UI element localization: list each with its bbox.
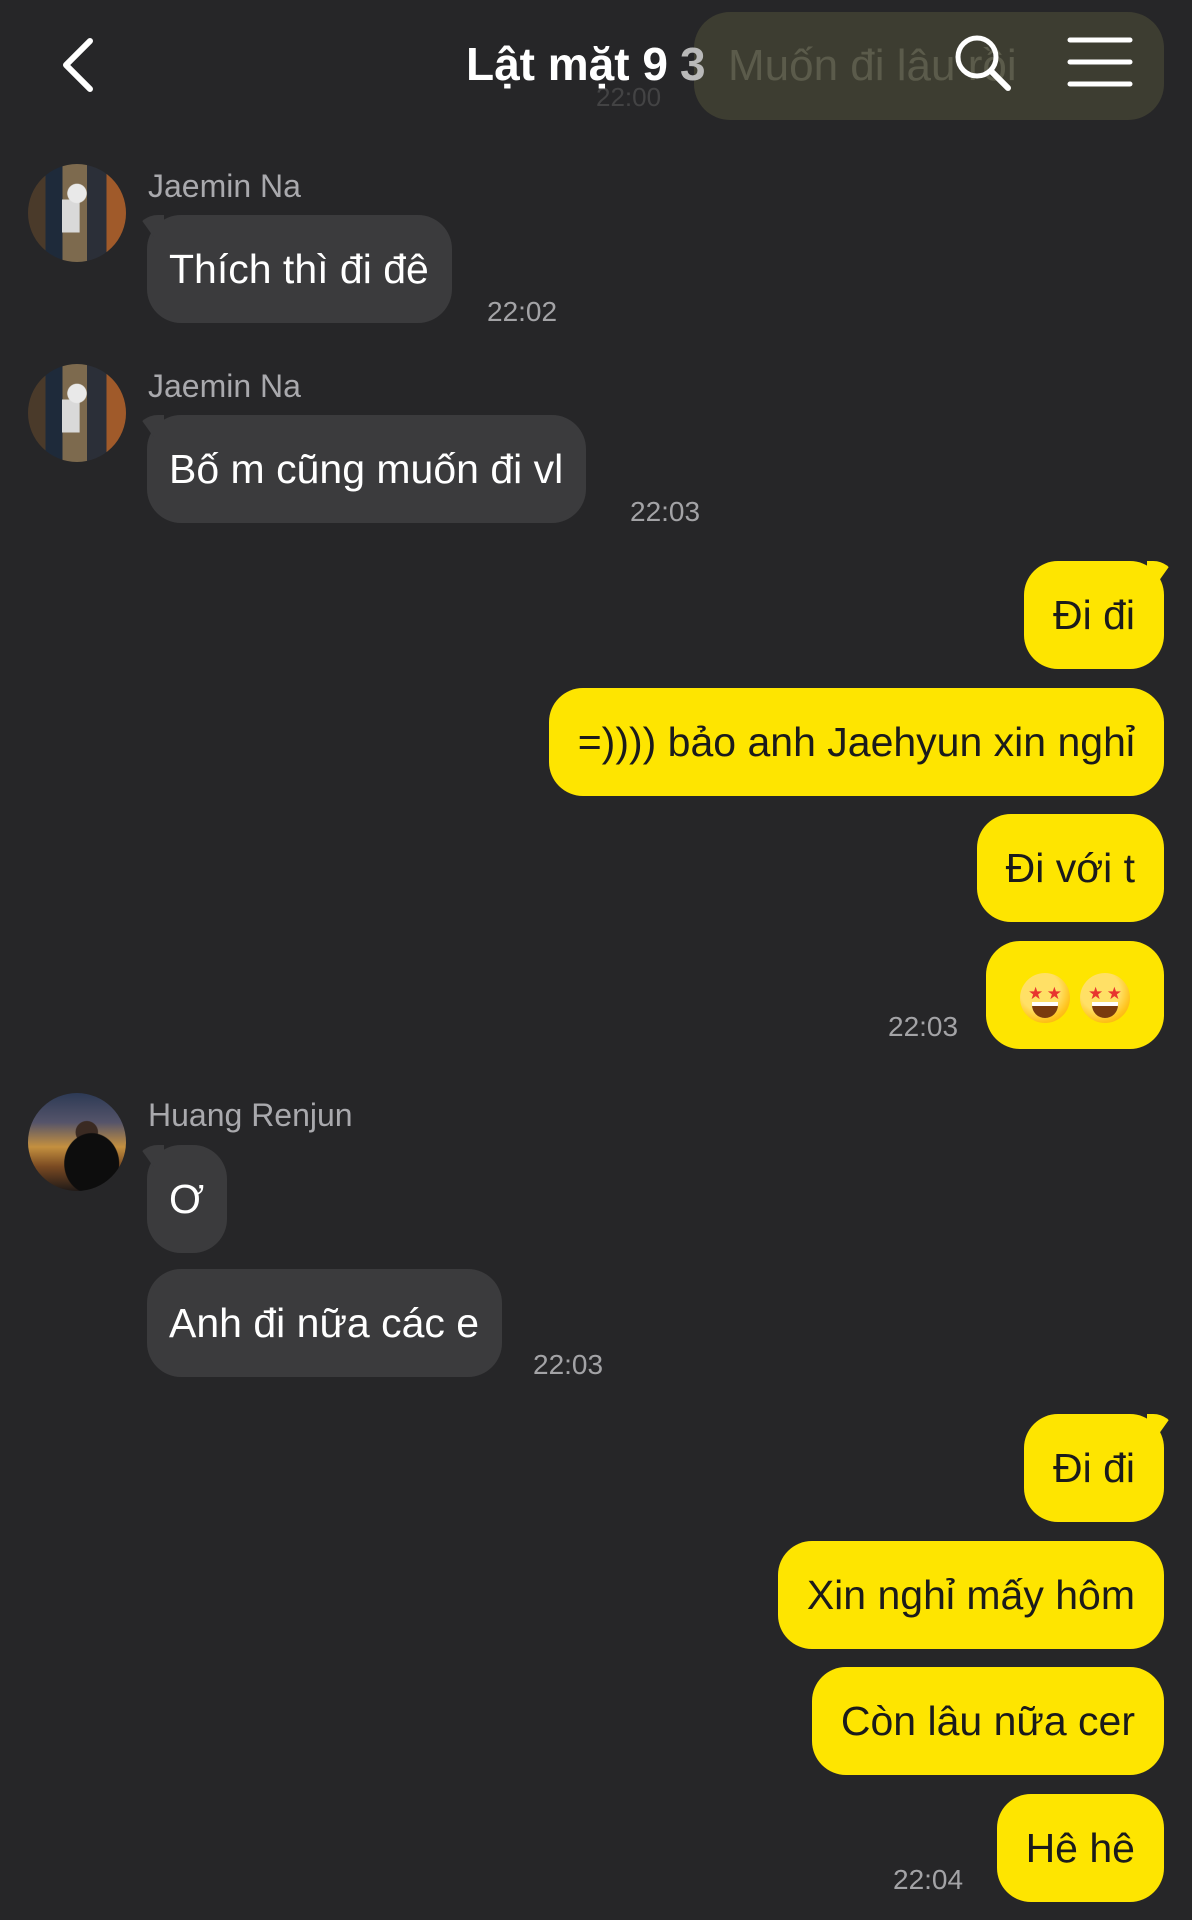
- incoming-message-bubble[interactable]: Bố m cũng muốn đi vl: [147, 415, 587, 523]
- incoming-message-bubble[interactable]: Ơ: [147, 1145, 228, 1253]
- avatar-jaemin-na[interactable]: [28, 164, 126, 262]
- message-time: 22:02: [487, 296, 558, 327]
- outgoing-message-bubble[interactable]: Đi với t: [976, 814, 1164, 922]
- avatar-huang-renjun[interactable]: [28, 1093, 126, 1191]
- sender-name: Jaemin Na: [148, 368, 301, 404]
- outgoing-message-bubble[interactable]: Đi đi: [1023, 561, 1164, 669]
- outgoing-message-bubble[interactable]: Xin nghỉ mấy hôm: [777, 1541, 1164, 1649]
- avatar-jaemin-na[interactable]: [28, 364, 126, 462]
- message-time: 22:03: [888, 1011, 959, 1042]
- chat-title: Lật mặt 93: [466, 34, 706, 94]
- search-icon: [955, 35, 1011, 91]
- outgoing-message-bubble[interactable]: Đi đi: [1023, 1414, 1164, 1522]
- sender-name: Jaemin Na: [148, 168, 301, 204]
- outgoing-emoji-bubble[interactable]: ★ ★ ★ ★: [986, 941, 1164, 1049]
- message-time: 22:03: [630, 496, 701, 527]
- star-struck-emoji-icon: ★ ★: [1020, 973, 1070, 1024]
- back-button[interactable]: [48, 30, 108, 100]
- incoming-message-bubble[interactable]: Thích thì đi đê: [147, 215, 452, 323]
- hamburger-menu-icon: [1067, 37, 1133, 87]
- outgoing-message-bubble[interactable]: Còn lâu nữa cer: [811, 1667, 1164, 1775]
- outgoing-message-bubble[interactable]: =)))) bảo anh Jaehyun xin nghỉ: [548, 688, 1164, 796]
- message-time: 22:04: [893, 1864, 964, 1895]
- search-button[interactable]: [950, 30, 1016, 96]
- menu-button[interactable]: [1066, 34, 1134, 90]
- chevron-left-icon: [63, 38, 93, 92]
- chat-name: Lật mặt 9: [466, 38, 668, 90]
- outgoing-message-bubble[interactable]: Hê hê: [996, 1794, 1164, 1902]
- incoming-message-bubble[interactable]: Anh đi nữa các e: [147, 1269, 503, 1377]
- chat-header: Muốn đi lâu rồi 22:00 Lật mặt 93: [0, 0, 1192, 130]
- star-struck-emoji-icon: ★ ★: [1080, 973, 1130, 1024]
- member-count: 3: [679, 38, 706, 90]
- sender-name: Huang Renjun: [148, 1097, 353, 1133]
- message-time: 22:03: [533, 1349, 604, 1380]
